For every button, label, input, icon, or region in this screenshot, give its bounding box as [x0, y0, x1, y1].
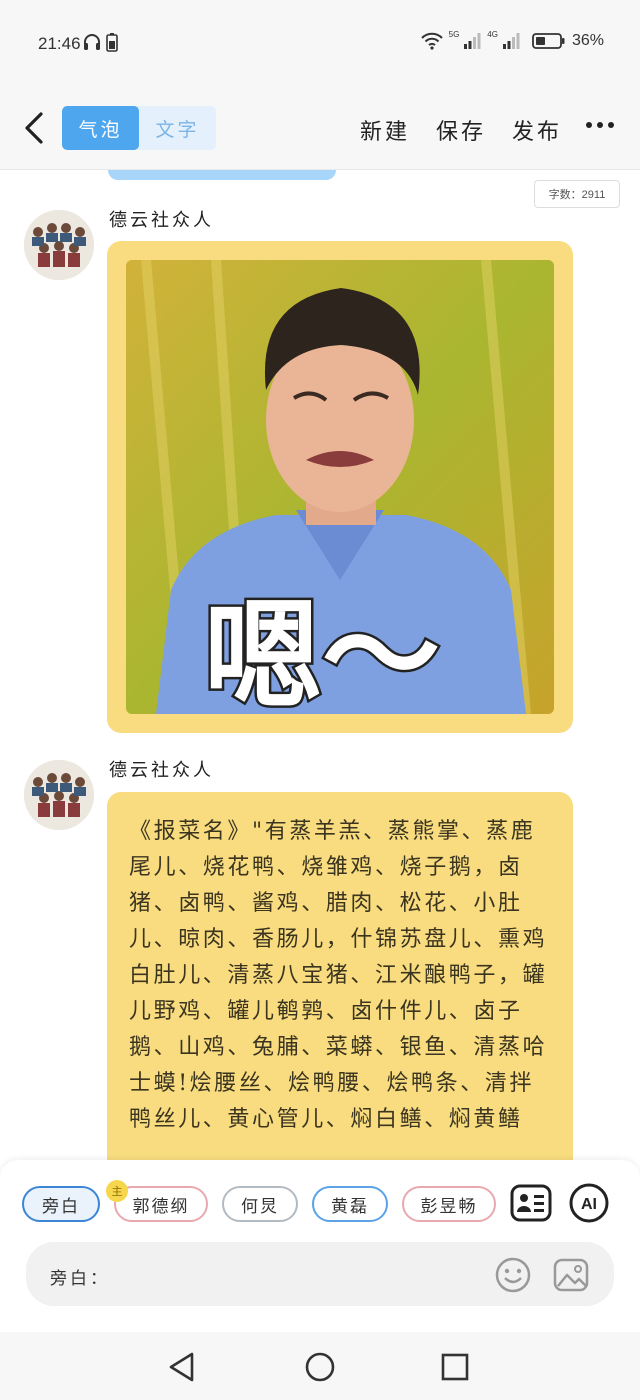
square-recents-icon: [441, 1353, 469, 1381]
more-dot: [597, 122, 603, 128]
status-left-icons: [82, 32, 118, 52]
avatar[interactable]: [24, 760, 94, 830]
avatar[interactable]: [24, 210, 94, 280]
more-dot: [586, 122, 592, 128]
circle-home-icon: [305, 1352, 335, 1382]
new-button[interactable]: 新建: [360, 114, 410, 146]
group-photo-icon: [24, 760, 94, 830]
network-4g-label: 4G: [487, 29, 498, 39]
wifi-icon: [420, 32, 443, 50]
headphones-icon: [84, 34, 100, 50]
message-text-body: 《报菜名》"有蒸羊羔、蒸熊掌、蒸鹿尾儿、烧花鸭、烧雏鸡、烧子鹅，卤猪、卤鸭、酱鸡…: [129, 819, 548, 1132]
character-chip-huang-lei[interactable]: 黄磊: [312, 1186, 388, 1222]
character-chip-peng-yuchang[interactable]: 彭昱畅: [402, 1186, 496, 1222]
top-actions: 新建 保存 发布: [360, 114, 562, 146]
image-bubble[interactable]: 嗯～: [107, 241, 573, 733]
message-image: 德云社众人 嗯～: [0, 170, 640, 740]
nav-back-button[interactable]: [166, 1350, 200, 1384]
character-list-button[interactable]: [510, 1182, 552, 1224]
nav-home-button[interactable]: [303, 1350, 337, 1384]
character-chip-narrator[interactable]: 旁白: [22, 1186, 100, 1222]
chevron-left-icon: [25, 112, 43, 144]
character-chip-guo-degang[interactable]: 郭德纲: [114, 1186, 208, 1222]
save-button[interactable]: 保存: [436, 114, 486, 146]
system-nav-bar: [0, 1332, 640, 1400]
meme-caption: 嗯～: [201, 585, 442, 715]
more-dot: [608, 122, 614, 128]
emoji-icon: [495, 1257, 531, 1293]
svg-text:AI: AI: [581, 1196, 597, 1213]
speaker-name: 德云社众人: [109, 760, 214, 781]
group-photo-icon: [24, 210, 94, 280]
chat-area[interactable]: 字数：2911 德云社众人 嗯～ 德云社众人 《报菜名》"有蒸羊羔、蒸熊掌、蒸鹿…: [0, 170, 640, 1160]
message-text: 德云社众人 《报菜名》"有蒸羊羔、蒸熊掌、蒸鹿尾儿、烧花鸭、烧雏鸡、烧子鹅，卤猪…: [0, 720, 640, 1160]
message-input[interactable]: 旁白：: [26, 1242, 614, 1306]
battery-icon: [532, 33, 565, 49]
tab-text[interactable]: 文字: [139, 106, 216, 150]
signal-4g-icon: [502, 33, 520, 49]
character-chip-he-jiong[interactable]: 何炅: [222, 1186, 298, 1222]
contact-card-icon: [510, 1184, 552, 1222]
network-5g-label: 5G: [448, 29, 460, 39]
triangle-back-icon: [169, 1352, 194, 1382]
back-button[interactable]: [14, 108, 54, 148]
mode-toggle: 气泡 文字: [62, 106, 216, 150]
status-right: 5G 4G 36%: [420, 29, 604, 50]
tab-bubble[interactable]: 气泡: [62, 106, 139, 150]
ai-button[interactable]: AI: [568, 1182, 610, 1224]
status-bar: 21:46 5G 4G 36%: [0, 0, 640, 88]
emoji-button[interactable]: [494, 1256, 532, 1294]
top-bar: 气泡 文字 新建 保存 发布: [0, 88, 640, 170]
publish-button[interactable]: 发布: [512, 114, 562, 146]
meme-image: 嗯～: [126, 260, 554, 714]
input-speaker-label: 旁白：: [50, 1269, 110, 1289]
nav-recents-button[interactable]: [438, 1350, 472, 1384]
text-bubble[interactable]: 《报菜名》"有蒸羊羔、蒸熊掌、蒸鹿尾儿、烧花鸭、烧雏鸡、烧子鹅，卤猪、卤鸭、酱鸡…: [107, 792, 573, 1160]
speaker-name: 德云社众人: [109, 210, 214, 231]
image-icon: [553, 1258, 589, 1292]
signal-5g-icon: [464, 33, 481, 49]
host-badge: 主: [106, 1180, 128, 1202]
more-menu-button[interactable]: [586, 122, 614, 128]
battery-saver-icon: [106, 33, 118, 52]
status-time: 21:46: [38, 34, 81, 53]
ai-icon: AI: [569, 1183, 609, 1223]
bottom-panel: 旁白 郭德纲 主 何炅 黄磊 彭昱畅 AI 旁白：: [0, 1160, 640, 1332]
image-upload-button[interactable]: [552, 1256, 590, 1294]
battery-percent: 36%: [571, 32, 604, 49]
